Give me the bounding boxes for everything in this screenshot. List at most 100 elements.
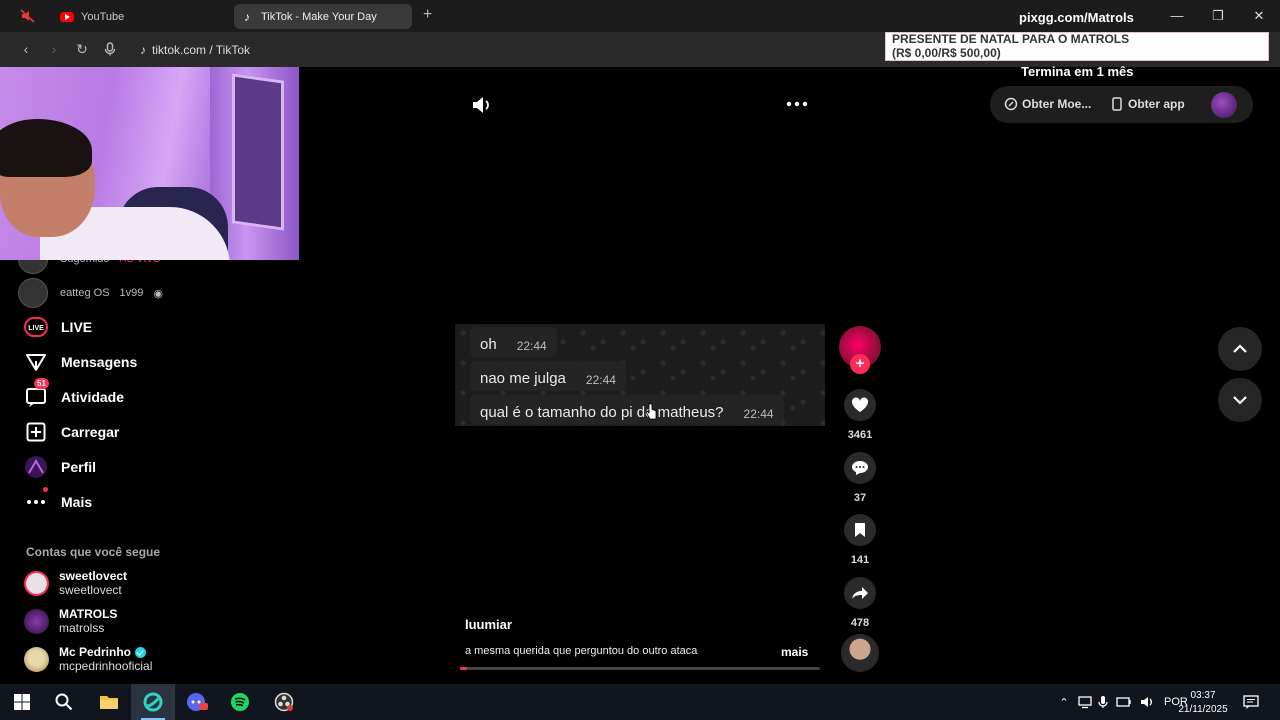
messages-icon	[24, 350, 48, 374]
get-app-button[interactable]: Obter app	[1112, 97, 1185, 111]
reload-button[interactable]: ↻	[74, 41, 90, 58]
account-name: MATROLS	[59, 607, 118, 621]
account-handle: matrolss	[59, 621, 105, 635]
video-progress-bar[interactable]	[460, 667, 820, 670]
tab-tiktok[interactable]: ♪ TikTok - Make Your Day	[234, 4, 412, 29]
share-button[interactable]	[844, 577, 876, 609]
following-account[interactable]: MATROLS matrolss	[24, 607, 117, 635]
follow-button[interactable]: +	[850, 354, 870, 374]
volume-icon[interactable]	[472, 96, 492, 114]
sidebar-item-more[interactable]: Mais	[24, 487, 92, 514]
live-icon: LIVE	[24, 315, 48, 339]
video-author[interactable]: luumiar	[465, 617, 512, 632]
minimize-button[interactable]: —	[1167, 8, 1187, 23]
muted-speaker-icon[interactable]	[20, 9, 36, 23]
sidebar-item-profile[interactable]: Perfil	[24, 455, 96, 479]
network-icon[interactable]	[1116, 695, 1132, 709]
user-avatar[interactable]	[1211, 92, 1237, 118]
donation-amount: (R$ 0,00/R$ 500,00)	[892, 46, 1001, 60]
profile-icon	[24, 455, 48, 479]
sidebar-item-label: Perfil	[61, 459, 97, 475]
comment-icon	[852, 461, 868, 475]
obs-taskbar-button[interactable]	[262, 684, 306, 720]
notification-icon	[1243, 695, 1259, 709]
start-button[interactable]	[0, 684, 44, 720]
chat-bubble: oh 22:44	[470, 327, 557, 357]
chat-time: 22:44	[516, 339, 547, 353]
heart-icon	[851, 397, 869, 412]
video-frame[interactable]: oh 22:44 nao me julga 22:44 qual é o tam…	[455, 324, 825, 426]
display-icon[interactable]	[1078, 695, 1092, 709]
bookmark-icon	[855, 523, 865, 537]
donation-deadline: Termina em 1 mês	[1021, 64, 1134, 79]
chat-bubble: nao me julga 22:44	[470, 361, 626, 391]
microphone-icon[interactable]	[1098, 695, 1108, 709]
restore-button[interactable]: ❐	[1208, 8, 1228, 24]
browser-taskbar-button[interactable]	[131, 684, 175, 720]
file-explorer-button[interactable]	[87, 684, 131, 720]
donation-goal-overlay: PRESENTE DE NATAL PARA O MATROLS (R$ 0,0…	[885, 32, 1269, 61]
more-options-icon[interactable]	[786, 99, 808, 109]
sidebar-item-upload[interactable]: Carregar	[24, 420, 119, 444]
following-account[interactable]: Mc Pedrinho mcpedrinhooficial	[24, 645, 152, 673]
top-right-actions: Obter Moe... Obter app	[990, 86, 1253, 123]
caption-more-button[interactable]: mais	[781, 645, 808, 659]
hand-cursor-icon	[645, 403, 657, 420]
live-account-row[interactable]: eatteg OS 1v99 ◉	[18, 278, 163, 308]
new-tab-button[interactable]: +	[423, 6, 432, 24]
browser-titlebar: YouTube ♪ TikTok - Make Your Day + pixgg…	[0, 0, 1280, 32]
get-coins-label: Obter Moe...	[1022, 97, 1092, 111]
sidebar-item-live[interactable]: LIVE LIVE	[24, 315, 92, 339]
close-button[interactable]: ✕	[1249, 8, 1269, 24]
comment-count: 37	[853, 492, 867, 504]
microphone-icon[interactable]	[104, 42, 116, 56]
taskbar-clock[interactable]: 03:37 21/11/2025	[1168, 689, 1238, 717]
get-coins-button[interactable]: Obter Moe...	[1004, 97, 1091, 111]
chat-time: 22:44	[743, 407, 774, 421]
search-button[interactable]	[42, 684, 86, 720]
video-progress-fill	[460, 667, 468, 670]
back-button[interactable]: ‹	[18, 41, 34, 57]
like-button[interactable]	[844, 389, 876, 421]
following-account[interactable]: sweetlovect sweetlovect	[24, 569, 127, 597]
previous-video-button[interactable]	[1218, 327, 1262, 371]
next-video-button[interactable]	[1218, 378, 1262, 422]
live-account-name: eatteg OS	[60, 287, 110, 299]
account-handle: mcpedrinhooficial	[59, 659, 153, 673]
clock-time: 03:37	[1190, 690, 1216, 701]
account-name: Mc Pedrinho	[59, 645, 132, 659]
browser-icon	[143, 692, 163, 712]
chat-time: 22:44	[585, 373, 616, 387]
tab-youtube[interactable]: YouTube	[50, 4, 230, 29]
more-icon	[24, 487, 48, 514]
sidebar-item-activity[interactable]: 51 Atividade	[24, 378, 124, 409]
search-icon	[55, 693, 73, 711]
share-count: 478	[850, 617, 870, 629]
obs-icon	[274, 692, 294, 712]
sidebar-item-messages[interactable]: Mensagens	[24, 350, 137, 374]
eye-icon: ◉	[153, 287, 164, 300]
account-handle: sweetlovect	[59, 583, 122, 597]
discord-taskbar-button[interactable]	[175, 684, 219, 720]
chevron-up-icon	[1233, 344, 1247, 353]
chat-message: oh	[480, 336, 497, 353]
spotify-icon	[231, 693, 249, 711]
notifications-button[interactable]	[1234, 684, 1268, 720]
youtube-icon	[60, 11, 74, 22]
speaker-icon[interactable]	[1140, 695, 1156, 709]
activity-badge: 51	[34, 378, 49, 389]
tab-label: YouTube	[81, 10, 125, 23]
url-field[interactable]: ♪ tiktok.com / TikTok	[140, 43, 250, 57]
comment-button[interactable]	[844, 452, 876, 484]
sidebar-item-label: LIVE	[61, 319, 93, 335]
spotify-taskbar-button[interactable]	[218, 684, 262, 720]
get-app-label: Obter app	[1128, 97, 1185, 111]
windows-taskbar: ⌃ POR 03:37 21/11/2025	[0, 684, 1280, 720]
like-count: 3461	[847, 429, 873, 441]
activity-icon: 51	[24, 378, 49, 409]
forward-button[interactable]: ›	[46, 41, 62, 57]
save-button[interactable]	[844, 514, 876, 546]
avatar	[24, 608, 49, 634]
music-disc-avatar[interactable]	[841, 634, 879, 672]
chevron-up-icon[interactable]: ⌃	[1056, 696, 1072, 709]
